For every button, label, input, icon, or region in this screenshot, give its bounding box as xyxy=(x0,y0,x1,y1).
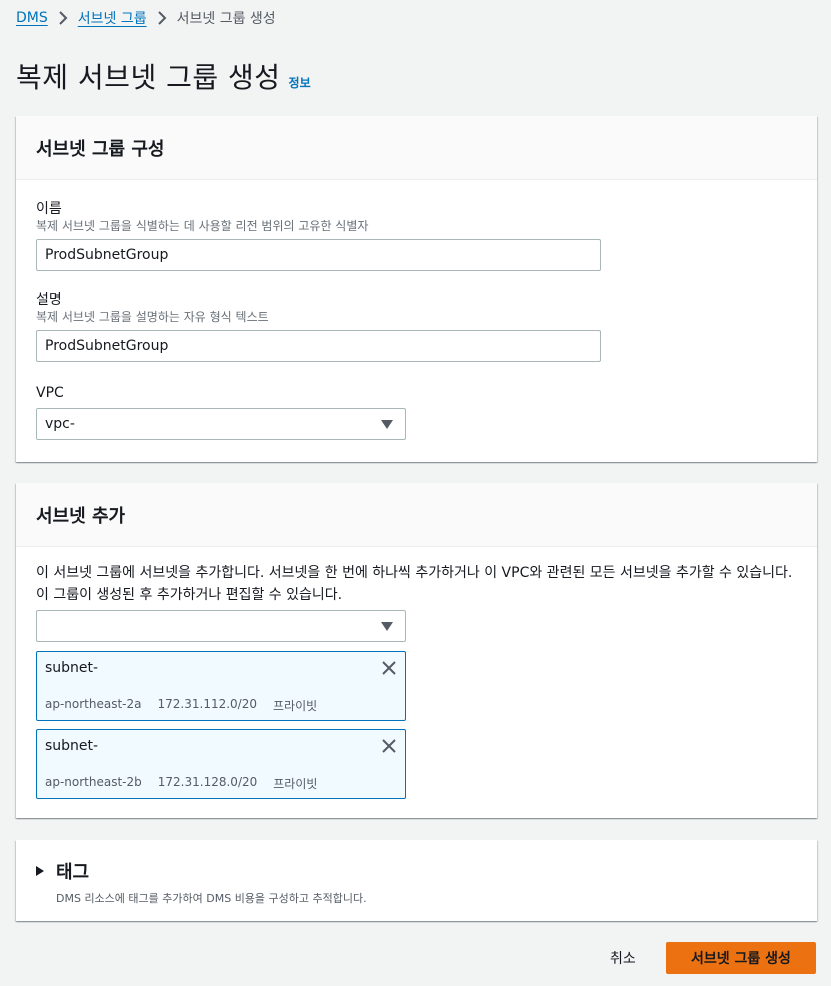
subnet-select[interactable] xyxy=(36,610,406,642)
chevron-right-icon xyxy=(147,11,177,25)
subnets-help-text: 이 서브넷 그룹에 서브넷을 추가합니다. 서브넷을 한 번에 하나씩 추가하거… xyxy=(36,565,793,603)
subnet-token-az: ap-northeast-2b xyxy=(45,775,142,789)
tags-expander[interactable]: 태그 xyxy=(36,858,797,884)
chevron-right-icon xyxy=(48,11,78,25)
vpc-select-value: vpc- xyxy=(45,416,75,432)
breadcrumb: DMS 서브넷 그룹 서브넷 그룹 생성 xyxy=(16,8,276,28)
tags-title: 태그 xyxy=(56,862,90,883)
subnet-token-name: subnet- xyxy=(45,738,99,754)
subnet-token-meta: ap-northeast-2b 172.31.128.0/20 프라이빗 xyxy=(45,775,317,792)
name-field: 이름 복제 서브넷 그룹을 식별하는 데 사용할 리전 범위의 고유한 식별자 … xyxy=(36,200,797,271)
vpc-select[interactable]: vpc- xyxy=(36,408,406,440)
description-description: 복제 서브넷 그룹을 설명하는 자유 형식 텍스트 xyxy=(36,310,269,324)
tags-description: DMS 리소스에 태그를 추가하여 DMS 비용을 구성하고 추적합니다. xyxy=(56,892,367,905)
subnet-token-az: ap-northeast-2a xyxy=(45,697,142,711)
caret-right-icon xyxy=(36,866,44,876)
subnet-token: subnet- ap-northeast-2a 172.31.112.0/20 … xyxy=(36,651,406,721)
subnet-token-type: 프라이빗 xyxy=(272,699,318,713)
caret-down-icon xyxy=(381,419,393,429)
description-field: 설명 복제 서브넷 그룹을 설명하는 자유 형식 텍스트 ProdSubnetG… xyxy=(36,291,797,362)
panel-title: 서브넷 그룹 구성 xyxy=(36,138,165,160)
subnet-token: subnet- ap-northeast-2b 172.31.128.0/20 … xyxy=(36,729,406,799)
subnet-token-type: 프라이빗 xyxy=(273,777,318,791)
name-description: 복제 서브넷 그룹을 식별하는 데 사용할 리전 범위의 고유한 식별자 xyxy=(36,219,369,233)
panel-header: 서브넷 추가 xyxy=(16,483,817,547)
subnet-token-cidr: 172.31.128.0/20 xyxy=(157,775,258,789)
subnet-token-name: subnet- xyxy=(45,660,99,676)
close-icon[interactable] xyxy=(381,660,397,676)
description-label: 설명 xyxy=(36,292,62,308)
vpc-field: VPC vpc- xyxy=(36,384,797,440)
breadcrumb-link-subnet-groups[interactable]: 서브넷 그룹 xyxy=(78,8,147,28)
breadcrumb-link-dms[interactable]: DMS xyxy=(16,10,48,26)
cancel-button[interactable]: 취소 xyxy=(600,942,646,974)
create-subnet-group-button[interactable]: 서브넷 그룹 생성 xyxy=(666,942,816,974)
subnet-token-meta: ap-northeast-2a 172.31.112.0/20 프라이빗 xyxy=(45,697,317,714)
page-header: 복제 서브넷 그룹 생성 정보 xyxy=(16,56,311,96)
subnet-token-cidr: 172.31.112.0/20 xyxy=(157,697,257,711)
panel-title: 서브넷 추가 xyxy=(36,505,126,527)
description-input[interactable]: ProdSubnetGroup xyxy=(36,330,601,362)
breadcrumb-current: 서브넷 그룹 생성 xyxy=(176,11,276,27)
info-link[interactable]: 정보 xyxy=(289,74,311,91)
name-label: 이름 xyxy=(36,201,62,217)
panel-header: 서브넷 그룹 구성 xyxy=(16,116,817,180)
name-input[interactable]: ProdSubnetGroup xyxy=(36,239,601,271)
subnet-group-config-panel: 서브넷 그룹 구성 이름 복제 서브넷 그룹을 식별하는 데 사용할 리전 범위… xyxy=(16,116,817,462)
page-title: 복제 서브넷 그룹 생성 xyxy=(16,61,281,94)
caret-down-icon xyxy=(381,621,393,631)
add-subnets-panel: 서브넷 추가 이 서브넷 그룹에 서브넷을 추가합니다. 서브넷을 한 번에 하… xyxy=(16,483,817,818)
tags-panel: 태그 DMS 리소스에 태그를 추가하여 DMS 비용을 구성하고 추적합니다. xyxy=(16,840,817,921)
close-icon[interactable] xyxy=(381,738,397,754)
vpc-label: VPC xyxy=(36,385,64,401)
